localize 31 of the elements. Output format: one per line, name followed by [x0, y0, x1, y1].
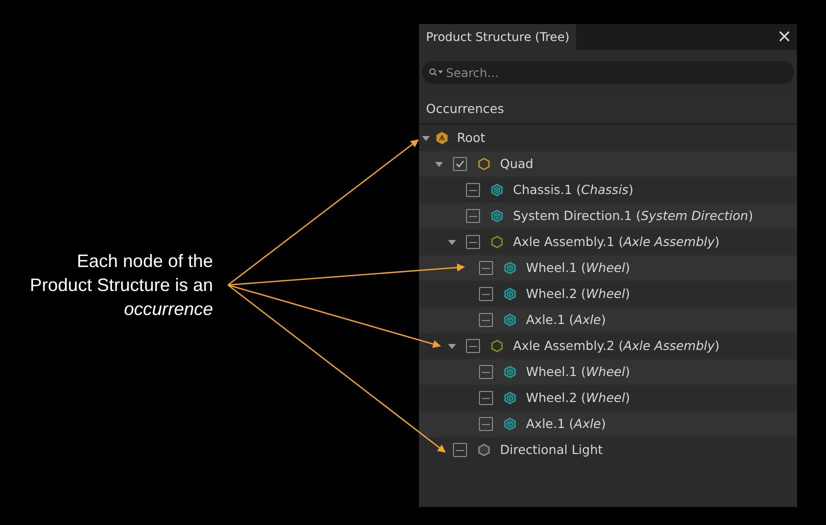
checkbox[interactable]: [479, 313, 493, 327]
tree-node-label[interactable]: Axle Assembly.1 (Axle Assembly): [513, 232, 720, 252]
search-icon: [429, 68, 444, 77]
checkbox[interactable]: [466, 339, 480, 353]
checkbox[interactable]: [479, 391, 493, 405]
tree-node-label[interactable]: Axle Assembly.2 (Axle Assembly): [513, 336, 720, 356]
tree-node-label[interactable]: Wheel.2 (Wheel): [526, 284, 630, 304]
checkbox[interactable]: [466, 235, 480, 249]
caret-icon[interactable]: [422, 134, 430, 142]
checkbox[interactable]: [453, 443, 467, 457]
caret-icon[interactable]: [448, 342, 456, 350]
checkbox[interactable]: [466, 183, 480, 197]
checkbox[interactable]: [479, 417, 493, 431]
tree-node-label[interactable]: Directional Light: [500, 440, 603, 460]
checkbox[interactable]: [479, 287, 493, 301]
tree-node-label[interactable]: Chassis.1 (Chassis): [513, 180, 634, 200]
caret-icon[interactable]: [448, 238, 456, 246]
tree-node-label[interactable]: Quad: [500, 154, 534, 174]
panel-tab[interactable]: Product Structure (Tree): [419, 24, 576, 50]
annotation-text: Each node of the Product Structure is an occurrence: [28, 250, 213, 321]
checkbox[interactable]: [466, 209, 480, 223]
close-button[interactable]: ×: [776, 28, 792, 46]
tree-node-label[interactable]: Axle.1 (Axle): [526, 310, 606, 330]
tree-node-label[interactable]: Root: [457, 128, 486, 148]
tree-node-label[interactable]: Wheel.2 (Wheel): [526, 388, 630, 408]
search-field[interactable]: Search...: [422, 61, 794, 84]
column-header: Occurrences: [426, 100, 504, 118]
checkbox[interactable]: [479, 261, 493, 275]
caret-icon[interactable]: [435, 160, 443, 168]
checkbox[interactable]: [479, 365, 493, 379]
tree-node-label[interactable]: Axle.1 (Axle): [526, 414, 606, 434]
